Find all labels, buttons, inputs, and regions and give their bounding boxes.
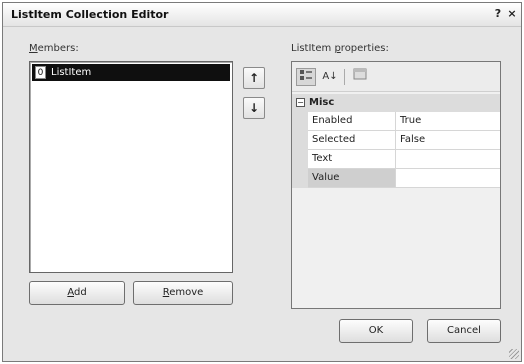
dialog-title: ListItem Collection Editor [11, 8, 169, 21]
property-row-selected[interactable]: Value [292, 169, 500, 188]
categorized-button[interactable] [296, 68, 316, 86]
sort-alphabetical-icon: A↓ [322, 71, 338, 82]
property-grid-toolbar: A↓ [292, 62, 500, 92]
property-row[interactable]: Text [292, 150, 500, 169]
move-up-button[interactable]: ↑ [243, 67, 265, 89]
row-gutter [292, 150, 308, 169]
item-text: ListItem [51, 67, 92, 78]
categorized-icon [300, 70, 312, 80]
item-index: 0 [35, 66, 46, 79]
property-value[interactable]: True [396, 112, 500, 131]
members-label: Members: [29, 43, 79, 54]
title-bar: ListItem Collection Editor ? × [3, 3, 521, 27]
property-pages-button[interactable] [350, 68, 370, 86]
property-name: Enabled [308, 112, 396, 131]
property-name: Value [308, 169, 396, 188]
add-button[interactable]: Add [29, 281, 125, 305]
members-listbox[interactable]: 0 ListItem [29, 61, 233, 273]
property-table: − Misc Enabled True Selected False Text … [292, 94, 500, 188]
move-down-button[interactable]: ↓ [243, 97, 265, 119]
property-value[interactable] [396, 169, 500, 188]
resize-grip-icon[interactable] [509, 349, 519, 359]
arrow-up-icon: ↑ [248, 71, 260, 85]
property-value[interactable]: False [396, 131, 500, 150]
property-row[interactable]: Enabled True [292, 112, 500, 131]
property-value[interactable] [396, 150, 500, 169]
row-gutter [292, 169, 308, 188]
ok-button[interactable]: OK [339, 319, 413, 343]
property-pages-icon [353, 68, 367, 80]
row-gutter [292, 131, 308, 150]
property-name: Selected [308, 131, 396, 150]
list-item[interactable]: 0 ListItem [32, 64, 230, 81]
cancel-button[interactable]: Cancel [427, 319, 501, 343]
close-button[interactable]: × [505, 7, 519, 21]
remove-button[interactable]: Remove [133, 281, 233, 305]
help-button[interactable]: ? [491, 7, 505, 21]
category-row[interactable]: − Misc [292, 94, 500, 112]
collapse-icon[interactable]: − [296, 98, 305, 107]
collection-editor-dialog: ListItem Collection Editor ? × Members: … [2, 2, 522, 362]
row-gutter [292, 112, 308, 131]
category-label: Misc [309, 97, 335, 108]
property-row[interactable]: Selected False [292, 131, 500, 150]
property-name: Text [308, 150, 396, 169]
properties-label: ListItem properties: [291, 43, 389, 54]
property-grid[interactable]: A↓ − Misc Enabled True Selected False Te… [291, 61, 501, 309]
alphabetical-button[interactable]: A↓ [320, 68, 340, 86]
arrow-down-icon: ↓ [248, 101, 260, 115]
toolbar-separator [344, 69, 345, 85]
